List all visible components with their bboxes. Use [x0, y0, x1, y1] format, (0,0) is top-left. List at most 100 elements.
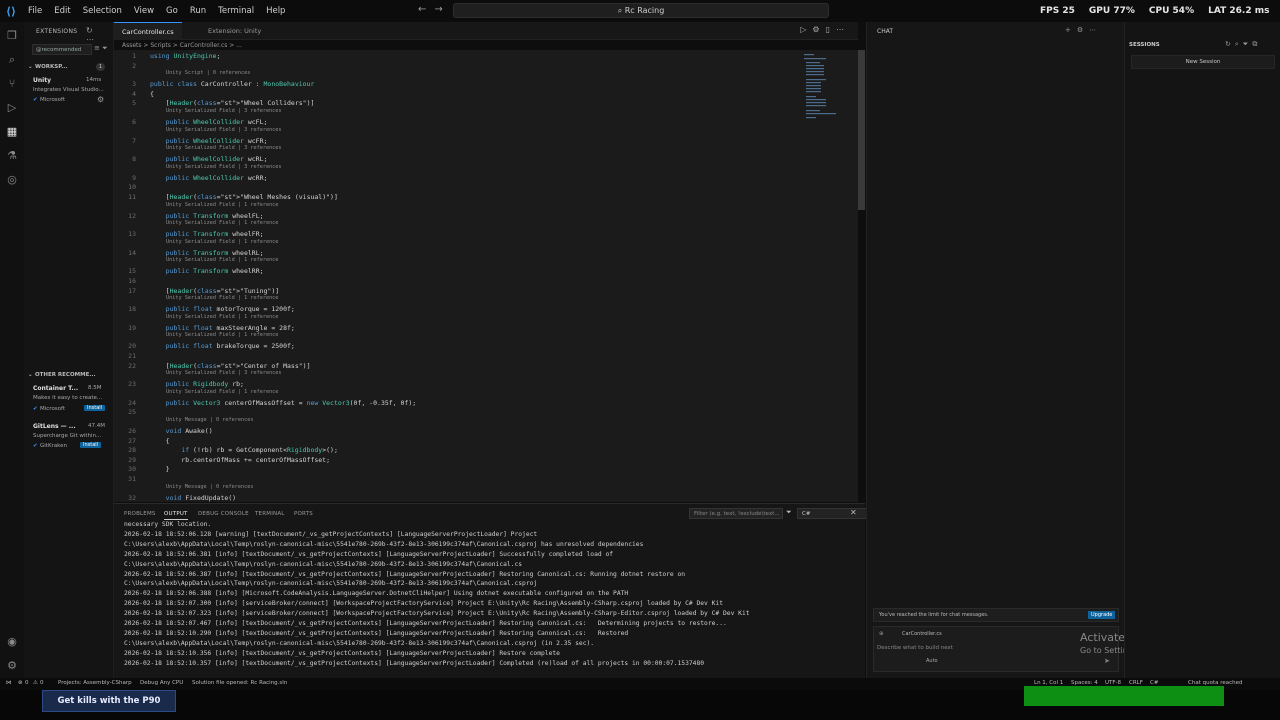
codelens[interactable]: Unity Message | 0 references	[166, 484, 253, 490]
code-line[interactable]: [Header(class="st">"Wheel Colliders")]	[150, 99, 315, 107]
filter-icon[interactable]: ⏷	[102, 44, 108, 53]
tab-problems[interactable]: PROBLEMS	[124, 511, 156, 517]
output-filter-input[interactable]: Filter (e.g. text, !exclude\text...	[689, 508, 783, 519]
editor-scrollbar[interactable]	[858, 50, 865, 210]
codelens[interactable]: Unity Serialized Field | 1 reference	[166, 295, 278, 301]
codelens[interactable]: Unity Serialized Field | 1 reference	[166, 389, 278, 395]
search-icon[interactable]: ⌕	[6, 54, 18, 66]
mode-picker[interactable]: Auto	[926, 658, 938, 664]
code-line[interactable]: public WheelCollider wcRL;	[150, 155, 268, 163]
extensions-icon[interactable]: ▦	[6, 126, 18, 138]
code-line[interactable]: if (!rb) rb = GetComponent<Rigidbody>();	[150, 446, 338, 454]
nav-arrows[interactable]: ←→	[418, 4, 451, 15]
breadcrumb[interactable]: Assets > Scripts > CarController.cs > ..…	[122, 42, 242, 49]
sessions-actions[interactable]: ↻⌕⏷⧉	[1225, 40, 1261, 49]
code-line[interactable]: public float motorTorque = 1200f;	[150, 305, 295, 313]
codelens[interactable]: Unity Serialized Field | 3 references	[166, 370, 282, 376]
account-icon[interactable]: ◉	[6, 636, 18, 648]
menu-help[interactable]: Help	[260, 6, 291, 16]
testing-icon[interactable]: ⚗	[6, 150, 18, 162]
attach-icon[interactable]: ⊕	[879, 631, 884, 637]
sidebar-actions[interactable]: ↻ ⋯	[86, 26, 113, 44]
new-session-button[interactable]: New Session	[1131, 55, 1275, 69]
minimap[interactable]	[800, 52, 840, 122]
codelens[interactable]: Unity Serialized Field | 3 references	[166, 127, 282, 133]
codelens[interactable]: Unity Script | 0 references	[166, 70, 250, 76]
tab-debug-console[interactable]: DEBUG CONSOLE	[198, 511, 249, 517]
ext-container-name[interactable]: Container T...	[33, 385, 78, 392]
gear-icon[interactable]: ⚙	[6, 660, 18, 672]
code-line[interactable]: using UnityEngine;	[150, 52, 220, 60]
upgrade-button[interactable]: Upgrade	[1088, 611, 1116, 619]
codelens[interactable]: Unity Serialized Field | 3 references	[166, 164, 282, 170]
code-line[interactable]: public class CarController : MonoBehavio…	[150, 80, 314, 88]
code-line[interactable]: void Awake()	[150, 427, 213, 435]
codelens[interactable]: Unity Serialized Field | 1 reference	[166, 202, 278, 208]
code-line[interactable]: public float brakeTorque = 2500f;	[150, 342, 295, 350]
chat-input-placeholder[interactable]: Describe what to build next	[877, 645, 953, 651]
debug-config[interactable]: Debug Any CPU	[140, 680, 183, 686]
warning-icon[interactable]: ⚠	[33, 680, 38, 686]
tab-ports[interactable]: PORTS	[294, 511, 313, 517]
menu-file[interactable]: File	[22, 6, 48, 16]
ext-gear-icon[interactable]: ⚙	[97, 95, 104, 104]
solution-status[interactable]: Solution file opened: Rc Racing.sln	[192, 680, 287, 686]
other-recommended-section[interactable]: OTHER RECOMME...	[35, 372, 96, 378]
code-line[interactable]: public Vector3 centerOfMassOffset = new …	[150, 399, 417, 407]
code-line[interactable]: rb.centerOfMass += centerOfMassOffset;	[150, 456, 330, 464]
menu-view[interactable]: View	[128, 6, 160, 16]
code-line[interactable]: [Header(class="st">"Center of Mass")]	[150, 362, 311, 370]
code-line[interactable]: public WheelCollider wcRR;	[150, 174, 268, 182]
run-debug-icon[interactable]: ▷	[6, 102, 18, 114]
command-search[interactable]: ⌕ Rc Racing	[453, 3, 829, 18]
code-line[interactable]: [Header(class="st">"Wheel Meshes (visual…	[150, 193, 338, 201]
code-line[interactable]: public Transform wheelFL;	[150, 212, 264, 220]
source-control-icon[interactable]: ⑂	[6, 78, 18, 90]
codelens[interactable]: Unity Serialized Field | 1 reference	[166, 220, 278, 226]
project-status[interactable]: Projects: Assembly-CSharp	[58, 680, 132, 686]
codelens[interactable]: Unity Serialized Field | 1 reference	[166, 314, 278, 320]
extension-search-input[interactable]: @recommended	[32, 44, 92, 55]
code-line[interactable]: {	[150, 437, 170, 445]
codelens[interactable]: Unity Serialized Field | 1 reference	[166, 239, 278, 245]
menu-selection[interactable]: Selection	[77, 6, 128, 16]
close-icon[interactable]: ✕	[850, 508, 857, 517]
code-line[interactable]: public WheelCollider wcFL;	[150, 118, 268, 126]
chevron-down-icon[interactable]: ⌄	[28, 372, 33, 378]
chevron-down-icon[interactable]: ⌄	[28, 64, 33, 70]
context-file-chip[interactable]: CarController.cs	[902, 631, 942, 637]
tab-carcontroller[interactable]: CarController.cs	[114, 22, 182, 40]
code-line[interactable]: public WheelCollider wcFR;	[150, 137, 268, 145]
menu-terminal[interactable]: Terminal	[212, 6, 260, 16]
tab-terminal[interactable]: TERMINAL	[255, 511, 285, 517]
codelens[interactable]: Unity Serialized Field | 1 reference	[166, 332, 278, 338]
codelens[interactable]: Unity Serialized Field | 1 reference	[166, 257, 278, 263]
filter-icon[interactable]: ⏷	[786, 508, 792, 517]
remote-icon[interactable]: ⋈	[6, 680, 12, 686]
code-line[interactable]: [Header(class="st">"Tuning")]	[150, 287, 280, 295]
code-editor[interactable]: 1 using UnityEngine; 2 Unity Script | 0 ref…	[114, 50, 858, 502]
menu-edit[interactable]: Edit	[48, 6, 76, 16]
code-line[interactable]: public Transform wheelRL;	[150, 249, 264, 257]
codelens[interactable]: Unity Serialized Field | 3 references	[166, 145, 282, 151]
codelens[interactable]: Unity Message | 0 references	[166, 417, 253, 423]
codelens[interactable]: Unity Serialized Field | 3 references	[166, 108, 282, 114]
code-line[interactable]: void FixedUpdate()	[150, 494, 236, 502]
code-line[interactable]: public Transform wheelRR;	[150, 267, 264, 275]
ext-unity-name[interactable]: Unity	[33, 77, 51, 84]
code-line[interactable]: public Transform wheelFR;	[150, 230, 264, 238]
error-count[interactable]: 0	[25, 680, 29, 686]
editor-actions[interactable]: ▷⚙▯⋯	[800, 25, 850, 34]
install-button[interactable]: Install	[84, 405, 106, 411]
code-line[interactable]: public float maxSteerAngle = 28f;	[150, 324, 295, 332]
ad-banner[interactable]: Get kills with the P90	[42, 690, 176, 712]
output-log[interactable]: necessary SDK location. 2026-02-18 18:52:…	[114, 521, 854, 676]
send-icon[interactable]: ➤	[1104, 657, 1110, 665]
explorer-icon[interactable]: ❐	[6, 30, 18, 42]
workspace-section[interactable]: WORKSP...	[35, 64, 68, 70]
error-icon[interactable]: ⊗	[18, 680, 23, 686]
warning-count[interactable]: 0	[40, 680, 44, 686]
chat-actions[interactable]: +⚙⋯	[1065, 26, 1102, 34]
install-button[interactable]: Install	[80, 442, 102, 448]
tab-output[interactable]: OUTPUT	[164, 511, 188, 520]
